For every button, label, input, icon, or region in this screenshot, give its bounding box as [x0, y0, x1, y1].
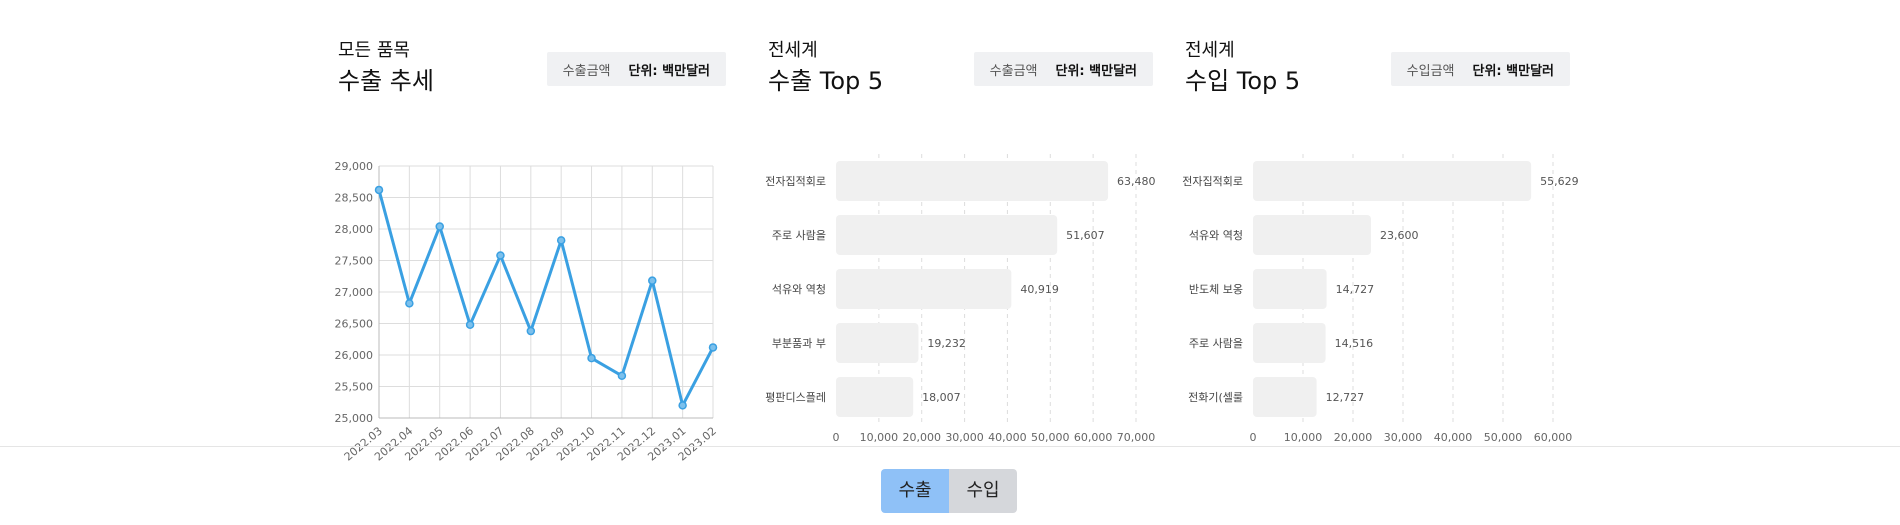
trend-panel: 모든 품목 수출 추세 수출금액 단위: 백만달러 29,000 28,500 28…	[335, 38, 726, 464]
section-divider	[0, 446, 1900, 447]
x-tick-label: 20,000	[902, 431, 941, 444]
bar-value-label: 40,919	[1020, 283, 1059, 296]
data-point	[648, 276, 657, 285]
data-point	[435, 222, 444, 231]
x-tick-label: 60,000	[1534, 431, 1573, 444]
data-point	[526, 326, 536, 336]
bar-value-label: 55,629	[1540, 175, 1579, 188]
export-unit-value: 단위: 백만달러	[1055, 63, 1138, 79]
x-tick-label: 0	[833, 431, 840, 444]
x-tick-label: 60,000	[1074, 431, 1113, 444]
category-label: 전자집적회로	[765, 175, 826, 188]
bar-value-label: 51,607	[1066, 229, 1105, 242]
y-tick-label: 27,500	[335, 255, 374, 268]
category-label: 부분품과 부	[772, 337, 826, 350]
trend-unit-value: 단위: 백만달러	[628, 63, 711, 79]
import-unit-box: 수입금액 단위: 백만달러	[1390, 52, 1570, 86]
export-toggle-button[interactable]: 수출	[881, 469, 949, 513]
x-tick-label: 40,000	[988, 431, 1027, 444]
bar-value-label: 23,600	[1380, 229, 1419, 242]
y-tick-label: 26,000	[335, 349, 374, 362]
category-label: 전자집적회로	[1182, 175, 1243, 188]
x-tick-label: 30,000	[1384, 431, 1423, 444]
bar	[836, 323, 919, 363]
bar	[836, 377, 914, 417]
bar-value-label: 14,727	[1336, 283, 1375, 296]
category-label: 석유와 역청	[1189, 229, 1243, 242]
import-unit-value: 단위: 백만달러	[1472, 63, 1555, 79]
category-label: 석유와 역청	[772, 283, 826, 296]
import-unit-key: 수입금액	[1406, 63, 1455, 79]
bar-value-label: 19,232	[927, 337, 966, 350]
bar-value-label: 18,007	[922, 391, 961, 404]
x-tick-label: 20,000	[1334, 431, 1373, 444]
data-point	[587, 353, 596, 363]
bar	[1253, 377, 1317, 417]
x-tick-label: 10,000	[1284, 431, 1323, 444]
x-tick-label: 70,000	[1117, 431, 1156, 444]
bar-value-label: 63,480	[1117, 175, 1156, 188]
bar	[1253, 161, 1532, 201]
y-tick-label: 29,000	[335, 160, 374, 173]
bar-value-label: 12,727	[1326, 391, 1365, 404]
export-unit-box: 수출금액 단위: 백만달러	[973, 52, 1153, 86]
y-tick-label: 27,000	[335, 286, 374, 299]
export-unit-key: 수출금액	[989, 63, 1038, 79]
export-trend-line-chart: 29,000 28,500 28,000 27,500 27,000 26,500 26,0…	[335, 160, 719, 464]
data-point	[405, 299, 414, 308]
y-tick-label: 25,500	[335, 381, 374, 394]
import-top5-bar-chart: 0 10,000 20,000 30,000 40,000 50,000 60,000 전자집…	[1182, 154, 1579, 444]
data-point	[496, 251, 505, 260]
trend-unit-box: 수출금액 단위: 백만달러	[546, 52, 726, 86]
data-point	[374, 185, 384, 195]
bar	[1253, 215, 1371, 255]
category-label: 주로 사람을	[772, 229, 826, 242]
bar	[836, 161, 1109, 201]
category-label: 평판디스플레	[765, 391, 826, 404]
bar-value-label: 14,516	[1335, 337, 1374, 350]
x-tick-label: 50,000	[1484, 431, 1523, 444]
data-point	[678, 401, 687, 410]
x-tick-label: 30,000	[945, 431, 984, 444]
x-tick-label: 0	[1250, 431, 1257, 444]
y-tick-label: 26,500	[335, 318, 374, 331]
bar	[1253, 269, 1327, 309]
import-top5-panel: 전세계 수입 Top 5 수입금액 단위: 백만달러 0 10,000 20,000…	[1182, 38, 1578, 444]
export-top5-panel: 전세계 수출 Top 5 수출금액 단위: 백만달러 0 10,000 20,000…	[765, 38, 1155, 444]
x-tick-label: 40,000	[1434, 431, 1473, 444]
bar	[1253, 323, 1326, 363]
y-tick-label: 28,000	[335, 223, 374, 236]
trend-unit-key: 수출금액	[562, 63, 611, 79]
data-point	[617, 371, 627, 381]
category-label: 전화기(셀룰	[1188, 391, 1243, 404]
y-tick-label: 28,500	[335, 192, 374, 205]
category-label: 주로 사람을	[1189, 337, 1243, 350]
export-top5-bar-chart: 0 10,000 20,000 30,000 40,000 50,000 60,000 70,…	[765, 154, 1156, 444]
series-line	[377, 189, 715, 407]
y-tick-label: 25,000	[335, 412, 374, 425]
category-label: 반도체 보옹	[1189, 283, 1243, 296]
bar	[836, 269, 1012, 309]
bar	[836, 215, 1058, 255]
x-tick-label: 10,000	[860, 431, 899, 444]
data-point	[708, 343, 718, 352]
data-point	[465, 320, 475, 330]
import-toggle-button[interactable]: 수입	[949, 469, 1017, 513]
data-point	[556, 236, 566, 245]
export-import-toggle: 수출 수입	[881, 469, 1017, 513]
x-tick-label: 50,000	[1031, 431, 1070, 444]
